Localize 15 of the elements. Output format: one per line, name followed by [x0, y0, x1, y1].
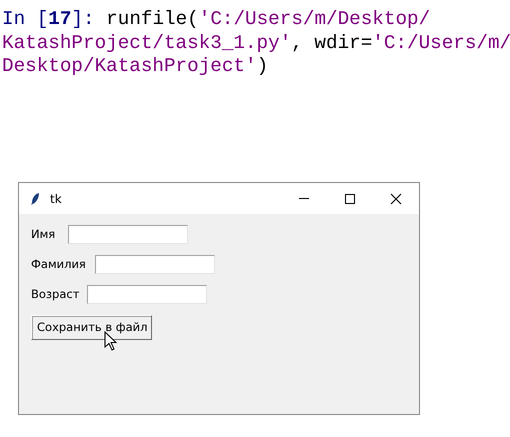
field-label: Фамилия — [31, 257, 87, 271]
close-icon — [390, 192, 402, 204]
input-field[interactable] — [68, 224, 188, 244]
window-title: tk — [50, 192, 62, 206]
maximize-icon — [344, 192, 356, 204]
console-line: Desktop/KatashProject') — [2, 55, 268, 78]
field-label: Имя — [31, 227, 56, 241]
feather-icon — [29, 192, 41, 206]
console-line: KatashProject/task3_1.py', wdir='C:/Users/m/ — [2, 32, 510, 55]
field-label: Возраст — [31, 287, 80, 301]
minimize-icon — [299, 198, 309, 199]
console-line: In [17]: runfile('C:/Users/m/Desktop/ — [2, 8, 430, 32]
input-field[interactable] — [87, 284, 207, 304]
save-button[interactable]: Сохранить в файл — [31, 315, 152, 340]
input-field[interactable] — [95, 254, 215, 274]
